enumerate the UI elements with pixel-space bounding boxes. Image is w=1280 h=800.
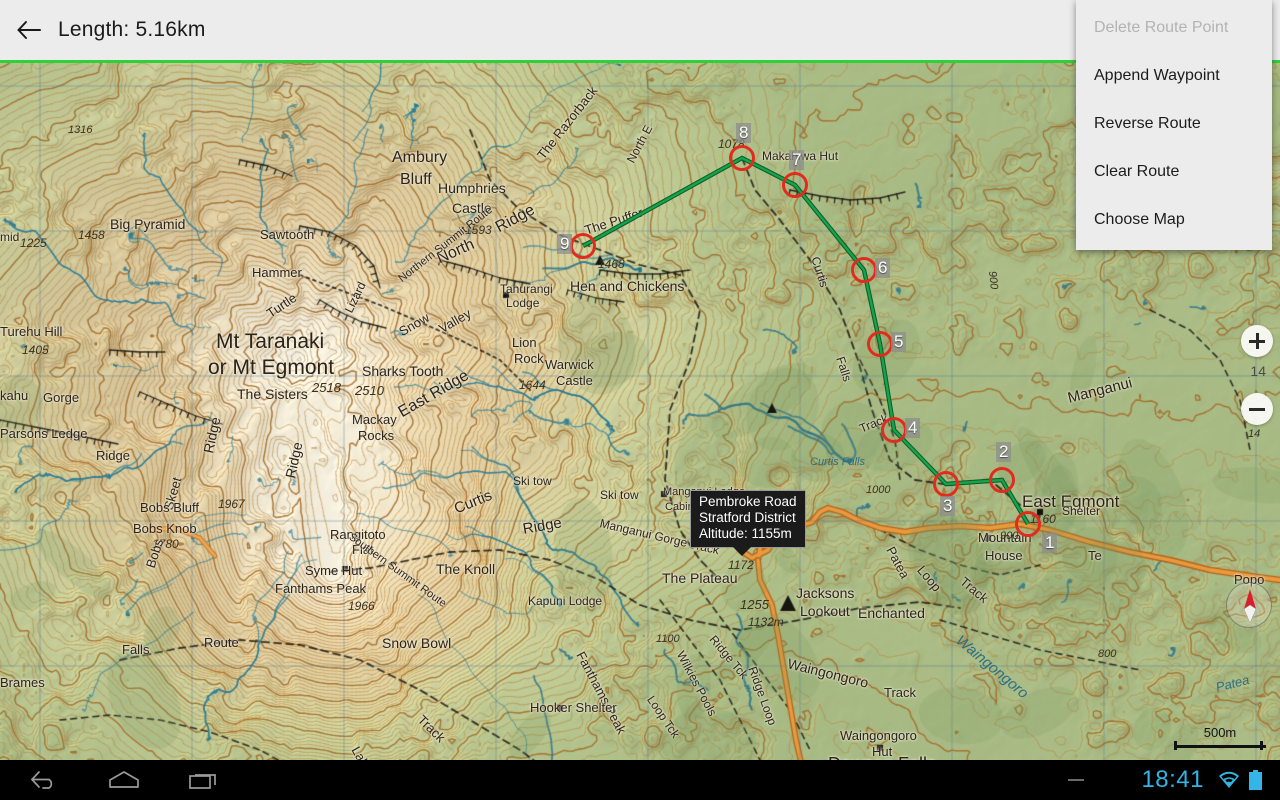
- status-divider: [1068, 779, 1084, 781]
- waypoint-number-label: 4: [905, 418, 921, 438]
- menu-item-choose-map[interactable]: Choose Map: [1076, 196, 1272, 244]
- waypoint-marker-icon[interactable]: [933, 471, 959, 497]
- status-clock: 18:41: [1141, 766, 1204, 793]
- waypoint-marker-icon[interactable]: [1015, 511, 1041, 537]
- info-line-district: Stratford District: [699, 510, 796, 525]
- zoom-out-button[interactable]: [1241, 393, 1273, 425]
- waypoint-marker-icon[interactable]: [570, 233, 596, 259]
- scale-bar-line: [1174, 741, 1266, 750]
- waypoint-marker-icon[interactable]: [989, 467, 1015, 493]
- back-arrow-icon[interactable]: [0, 0, 58, 60]
- page-title: Length: 5.16km: [58, 18, 206, 41]
- waypoint-marker-icon[interactable]: [782, 172, 808, 198]
- tooltip-tail: [733, 547, 751, 556]
- scale-bar-label: 500m: [1203, 725, 1237, 740]
- battery-body: [1249, 772, 1262, 790]
- waypoint-marker-icon[interactable]: [851, 257, 877, 283]
- waypoint-number-label: 8: [736, 123, 752, 143]
- info-line-road: Pembroke Road: [699, 494, 797, 509]
- menu-item-append-waypoint[interactable]: Append Waypoint: [1076, 52, 1272, 100]
- compass-needle-icon[interactable]: [1226, 582, 1272, 628]
- menu-item-delete-route-point: Delete Route Point: [1094, 19, 1229, 36]
- zoom-in-button[interactable]: [1241, 325, 1273, 357]
- zoom-level-label: 14: [1250, 363, 1266, 379]
- waypoint-marker-icon[interactable]: [867, 331, 893, 357]
- waypoint-number-label: 7: [789, 150, 805, 170]
- waypoint-marker-icon[interactable]: [729, 145, 755, 171]
- waypoint-marker-icon[interactable]: [881, 417, 907, 443]
- overflow-menu: Delete Route Point Append Waypoint Reverse…: [1076, 0, 1272, 250]
- scale-bar: 500m: [1174, 726, 1266, 750]
- waypoint-number-label: 9: [557, 234, 573, 254]
- waypoint-number-label: 2: [996, 442, 1012, 462]
- waypoint-number-label: 6: [875, 258, 891, 278]
- waypoint-number-label: 1: [1042, 533, 1058, 553]
- wifi-icon: [1218, 771, 1240, 794]
- nav-back-icon[interactable]: [4, 760, 84, 800]
- location-info-tooltip: Pembroke Road Stratford District Altitud…: [690, 490, 806, 556]
- battery-icon: [1249, 770, 1262, 790]
- system-navigation-bar: 18:41: [0, 760, 1280, 800]
- waypoint-number-label: 3: [940, 496, 956, 516]
- map-application: Length: 5.16km 1316 Ambury Bluff Humphries C…: [0, 0, 1280, 800]
- info-line-altitude: Altitude: 1155m: [699, 526, 792, 541]
- menu-item-clear-route[interactable]: Clear Route: [1076, 148, 1272, 196]
- menu-item-reverse-route[interactable]: Reverse Route: [1076, 100, 1272, 148]
- waypoint-number-label: 5: [891, 332, 907, 352]
- nav-recents-icon[interactable]: [164, 760, 244, 800]
- nav-home-icon[interactable]: [84, 760, 164, 800]
